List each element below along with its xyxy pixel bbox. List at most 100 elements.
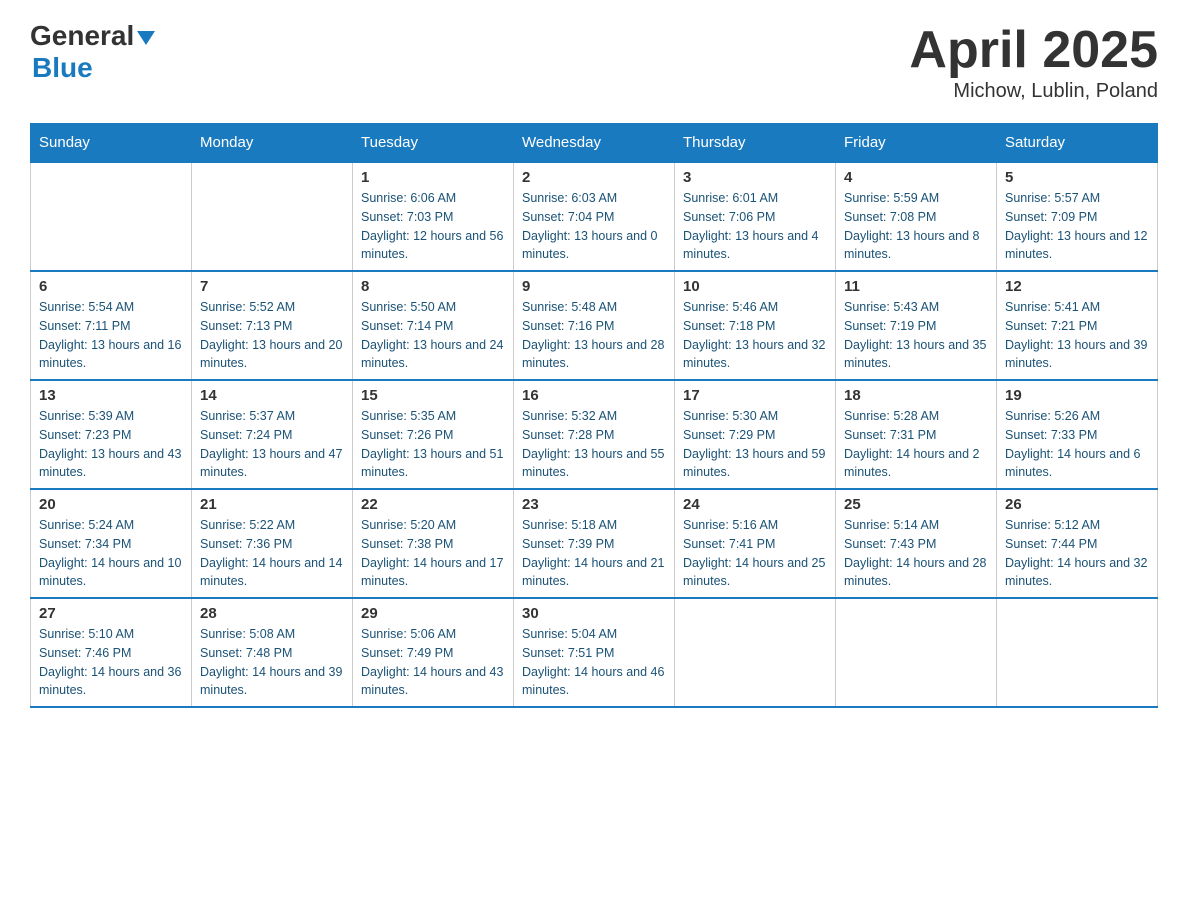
sun-info: Sunrise: 5:04 AMSunset: 7:51 PMDaylight:… (522, 625, 666, 700)
calendar-cell: 29 Sunrise: 5:06 AMSunset: 7:49 PMDayligh… (353, 598, 514, 707)
sun-info: Sunrise: 6:06 AMSunset: 7:03 PMDaylight:… (361, 189, 505, 264)
calendar-cell: 23 Sunrise: 5:18 AMSunset: 7:39 PMDayligh… (514, 489, 675, 598)
day-number: 5 (1005, 169, 1149, 186)
calendar-week-row: 13 Sunrise: 5:39 AMSunset: 7:23 PMDayligh… (31, 380, 1158, 489)
sun-info: Sunrise: 5:22 AMSunset: 7:36 PMDaylight:… (200, 516, 344, 591)
calendar-cell: 17Sunrise: 5:30 AMSunset: 7:29 PMDayligh… (675, 380, 836, 489)
calendar-cell: 20 Sunrise: 5:24 AMSunset: 7:34 PMDayligh… (31, 489, 192, 598)
page-header: General Blue April 2025 Michow, Lublin, … (30, 20, 1158, 103)
sun-info: Sunrise: 5:30 AMSunset: 7:29 PMDaylight:… (683, 407, 827, 482)
calendar-cell: 30 Sunrise: 5:04 AMSunset: 7:51 PMDayligh… (514, 598, 675, 707)
calendar-cell: 14Sunrise: 5:37 AMSunset: 7:24 PMDayligh… (192, 380, 353, 489)
day-header-thursday: Thursday (675, 124, 836, 163)
day-number: 7 (200, 278, 344, 295)
day-header-tuesday: Tuesday (353, 124, 514, 163)
calendar-cell: 18 Sunrise: 5:28 AMSunset: 7:31 PMDayligh… (836, 380, 997, 489)
sun-info: Sunrise: 5:50 AMSunset: 7:14 PMDaylight:… (361, 298, 505, 373)
day-number: 29 (361, 605, 505, 622)
calendar-header-row: SundayMondayTuesdayWednesdayThursdayFrid… (31, 124, 1158, 163)
sun-info: Sunrise: 5:37 AMSunset: 7:24 PMDaylight:… (200, 407, 344, 482)
calendar-cell: 27 Sunrise: 5:10 AMSunset: 7:46 PMDayligh… (31, 598, 192, 707)
sun-info: Sunrise: 5:12 AMSunset: 7:44 PMDaylight:… (1005, 516, 1149, 591)
day-number: 19 (1005, 387, 1149, 404)
calendar-cell: 5 Sunrise: 5:57 AMSunset: 7:09 PMDaylight… (997, 162, 1158, 271)
logo: General Blue (30, 20, 155, 84)
sun-info: Sunrise: 5:06 AMSunset: 7:49 PMDaylight:… (361, 625, 505, 700)
calendar-cell: 1 Sunrise: 6:06 AMSunset: 7:03 PMDaylight… (353, 162, 514, 271)
day-number: 15 (361, 387, 505, 404)
sun-info: Sunrise: 5:43 AMSunset: 7:19 PMDaylight:… (844, 298, 988, 373)
calendar-cell: 3 Sunrise: 6:01 AMSunset: 7:06 PMDaylight… (675, 162, 836, 271)
day-number: 9 (522, 278, 666, 295)
day-number: 22 (361, 496, 505, 513)
sun-info: Sunrise: 5:24 AMSunset: 7:34 PMDaylight:… (39, 516, 183, 591)
calendar-cell: 7 Sunrise: 5:52 AMSunset: 7:13 PMDaylight… (192, 271, 353, 380)
sun-info: Sunrise: 5:20 AMSunset: 7:38 PMDaylight:… (361, 516, 505, 591)
day-number: 3 (683, 169, 827, 186)
sun-info: Sunrise: 6:03 AMSunset: 7:04 PMDaylight:… (522, 189, 666, 264)
sun-info: Sunrise: 5:32 AMSunset: 7:28 PMDaylight:… (522, 407, 666, 482)
day-number: 1 (361, 169, 505, 186)
day-number: 20 (39, 496, 183, 513)
calendar-cell: 21 Sunrise: 5:22 AMSunset: 7:36 PMDayligh… (192, 489, 353, 598)
day-number: 2 (522, 169, 666, 186)
sun-info: Sunrise: 6:01 AMSunset: 7:06 PMDaylight:… (683, 189, 827, 264)
calendar-cell: 25Sunrise: 5:14 AMSunset: 7:43 PMDayligh… (836, 489, 997, 598)
calendar-cell: 4 Sunrise: 5:59 AMSunset: 7:08 PMDaylight… (836, 162, 997, 271)
day-header-wednesday: Wednesday (514, 124, 675, 163)
day-number: 16 (522, 387, 666, 404)
sun-info: Sunrise: 5:18 AMSunset: 7:39 PMDaylight:… (522, 516, 666, 591)
day-header-friday: Friday (836, 124, 997, 163)
calendar-subtitle: Michow, Lublin, Poland (909, 80, 1158, 103)
calendar-cell: 2 Sunrise: 6:03 AMSunset: 7:04 PMDaylight… (514, 162, 675, 271)
sun-info: Sunrise: 5:52 AMSunset: 7:13 PMDaylight:… (200, 298, 344, 373)
calendar-cell (997, 598, 1158, 707)
day-number: 28 (200, 605, 344, 622)
calendar-cell (31, 162, 192, 271)
logo-general-text: General (30, 20, 134, 52)
day-number: 18 (844, 387, 988, 404)
day-number: 6 (39, 278, 183, 295)
sun-info: Sunrise: 5:39 AMSunset: 7:23 PMDaylight:… (39, 407, 183, 482)
calendar-week-row: 20 Sunrise: 5:24 AMSunset: 7:34 PMDayligh… (31, 489, 1158, 598)
day-number: 21 (200, 496, 344, 513)
calendar-week-row: 6 Sunrise: 5:54 AMSunset: 7:11 PMDaylight… (31, 271, 1158, 380)
calendar-cell: 9 Sunrise: 5:48 AMSunset: 7:16 PMDaylight… (514, 271, 675, 380)
day-header-saturday: Saturday (997, 124, 1158, 163)
day-number: 24 (683, 496, 827, 513)
sun-info: Sunrise: 5:46 AMSunset: 7:18 PMDaylight:… (683, 298, 827, 373)
sun-info: Sunrise: 5:28 AMSunset: 7:31 PMDaylight:… (844, 407, 988, 482)
calendar-cell: 24 Sunrise: 5:16 AMSunset: 7:41 PMDayligh… (675, 489, 836, 598)
sun-info: Sunrise: 5:59 AMSunset: 7:08 PMDaylight:… (844, 189, 988, 264)
sun-info: Sunrise: 5:41 AMSunset: 7:21 PMDaylight:… (1005, 298, 1149, 373)
calendar-cell: 12Sunrise: 5:41 AMSunset: 7:21 PMDayligh… (997, 271, 1158, 380)
calendar-week-row: 27 Sunrise: 5:10 AMSunset: 7:46 PMDayligh… (31, 598, 1158, 707)
title-section: April 2025 Michow, Lublin, Poland (909, 20, 1158, 103)
sun-info: Sunrise: 5:57 AMSunset: 7:09 PMDaylight:… (1005, 189, 1149, 264)
day-number: 13 (39, 387, 183, 404)
day-number: 10 (683, 278, 827, 295)
sun-info: Sunrise: 5:35 AMSunset: 7:26 PMDaylight:… (361, 407, 505, 482)
sun-info: Sunrise: 5:48 AMSunset: 7:16 PMDaylight:… (522, 298, 666, 373)
calendar-cell (836, 598, 997, 707)
sun-info: Sunrise: 5:16 AMSunset: 7:41 PMDaylight:… (683, 516, 827, 591)
day-number: 4 (844, 169, 988, 186)
calendar-cell (675, 598, 836, 707)
logo-blue-text: Blue (32, 52, 155, 84)
day-header-sunday: Sunday (31, 124, 192, 163)
day-number: 25 (844, 496, 988, 513)
day-number: 30 (522, 605, 666, 622)
day-number: 27 (39, 605, 183, 622)
calendar-cell: 26Sunrise: 5:12 AMSunset: 7:44 PMDayligh… (997, 489, 1158, 598)
calendar-table: SundayMondayTuesdayWednesdayThursdayFrid… (30, 123, 1158, 708)
sun-info: Sunrise: 5:10 AMSunset: 7:46 PMDaylight:… (39, 625, 183, 700)
day-number: 8 (361, 278, 505, 295)
calendar-cell: 28Sunrise: 5:08 AMSunset: 7:48 PMDayligh… (192, 598, 353, 707)
calendar-cell: 16 Sunrise: 5:32 AMSunset: 7:28 PMDayligh… (514, 380, 675, 489)
sun-info: Sunrise: 5:26 AMSunset: 7:33 PMDaylight:… (1005, 407, 1149, 482)
calendar-cell: 22 Sunrise: 5:20 AMSunset: 7:38 PMDayligh… (353, 489, 514, 598)
day-number: 23 (522, 496, 666, 513)
calendar-cell: 8 Sunrise: 5:50 AMSunset: 7:14 PMDaylight… (353, 271, 514, 380)
sun-info: Sunrise: 5:54 AMSunset: 7:11 PMDaylight:… (39, 298, 183, 373)
calendar-title: April 2025 (909, 20, 1158, 80)
